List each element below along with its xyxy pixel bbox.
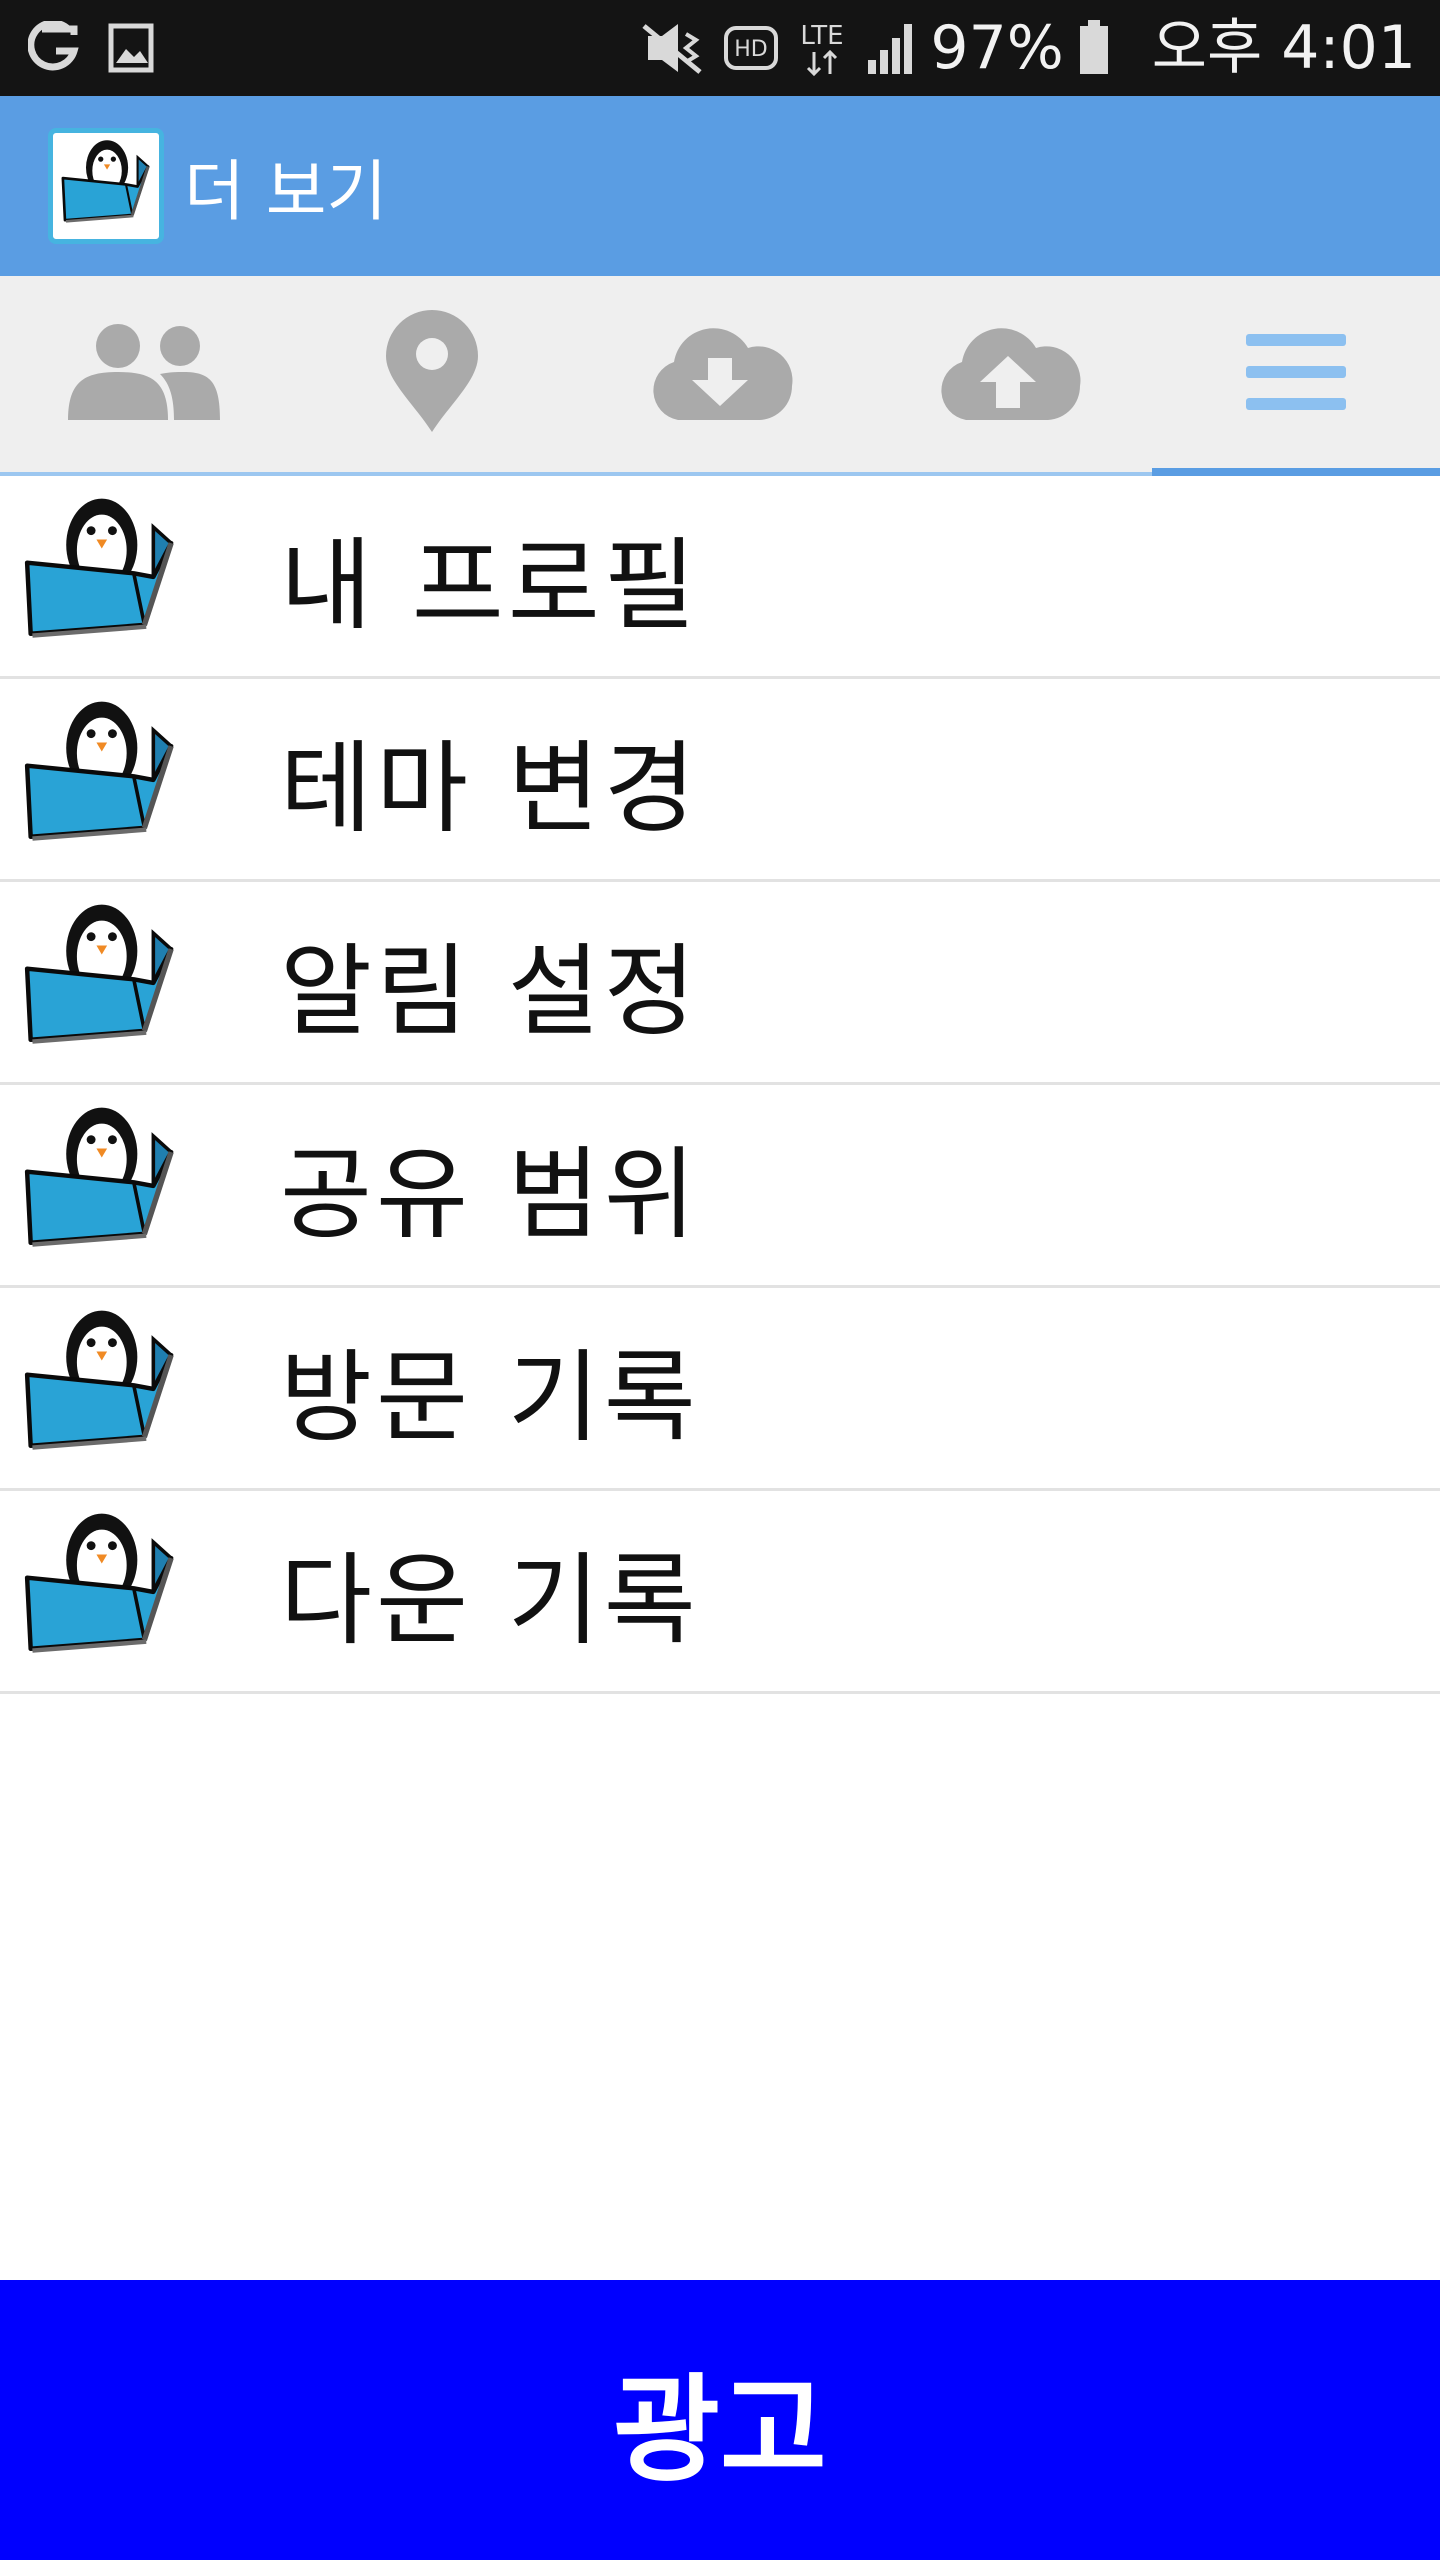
tab-more[interactable] xyxy=(1152,276,1440,476)
penguin-box-icon xyxy=(20,1496,200,1686)
ad-banner[interactable]: 광고 xyxy=(0,2280,1440,2560)
svg-text:HD: HD xyxy=(735,37,768,62)
page-title: 더 보기 xyxy=(184,153,388,230)
mute-icon xyxy=(638,20,710,76)
notification-g-icon xyxy=(28,21,82,75)
status-right: HD LTE 97% 오후 4:01 xyxy=(638,0,1416,96)
tab-friends[interactable] xyxy=(0,276,288,472)
gallery-icon xyxy=(108,23,154,73)
menu-item-download-history[interactable]: 다운 기록 xyxy=(0,1491,1440,1694)
people-icon xyxy=(66,322,222,426)
tab-download[interactable] xyxy=(576,276,864,472)
menu-list: 내 프로필 테마 변경 알림 설정 공유 범위 방문 기록 다운 기록 xyxy=(0,476,1440,1694)
signal-icon xyxy=(866,22,916,74)
menu-item-label: 내 프로필 xyxy=(280,526,700,644)
battery-icon xyxy=(1078,20,1110,76)
menu-item-visit-history[interactable]: 방문 기록 xyxy=(0,1288,1440,1491)
penguin-box-icon xyxy=(20,1090,200,1280)
status-bar: HD LTE 97% 오후 4:01 xyxy=(0,0,1440,96)
battery-percent: 97% xyxy=(930,13,1064,83)
menu-item-notifications[interactable]: 알림 설정 xyxy=(0,882,1440,1085)
tab-bar xyxy=(0,276,1440,476)
menu-item-label: 테마 변경 xyxy=(280,729,700,847)
menu-item-label: 공유 범위 xyxy=(280,1135,700,1253)
clock: 오후 4:01 xyxy=(1151,13,1416,83)
penguin-box-icon xyxy=(20,684,200,874)
ad-label: 광고 xyxy=(613,2363,827,2498)
cloud-upload-icon xyxy=(934,322,1082,426)
penguin-box-icon xyxy=(20,1293,200,1483)
svg-text:LTE: LTE xyxy=(801,21,844,51)
app-bar: 더 보기 xyxy=(0,96,1440,276)
status-left xyxy=(28,21,154,75)
cloud-download-icon xyxy=(646,322,794,426)
penguin-box-icon xyxy=(20,481,200,671)
penguin-box-icon xyxy=(48,128,164,244)
menu-icon xyxy=(1244,332,1348,416)
menu-item-share-scope[interactable]: 공유 범위 xyxy=(0,1085,1440,1288)
hd-icon: HD xyxy=(724,26,779,70)
menu-item-label: 다운 기록 xyxy=(280,1541,700,1659)
menu-item-my-profile[interactable]: 내 프로필 xyxy=(0,476,1440,679)
location-pin-icon xyxy=(384,310,480,438)
tab-location[interactable] xyxy=(288,276,576,472)
tab-upload[interactable] xyxy=(864,276,1152,472)
lte-icon: LTE xyxy=(792,18,852,78)
penguin-box-icon xyxy=(20,887,200,1077)
menu-item-label: 방문 기록 xyxy=(280,1338,700,1456)
menu-item-label: 알림 설정 xyxy=(280,932,700,1050)
menu-item-theme[interactable]: 테마 변경 xyxy=(0,679,1440,882)
